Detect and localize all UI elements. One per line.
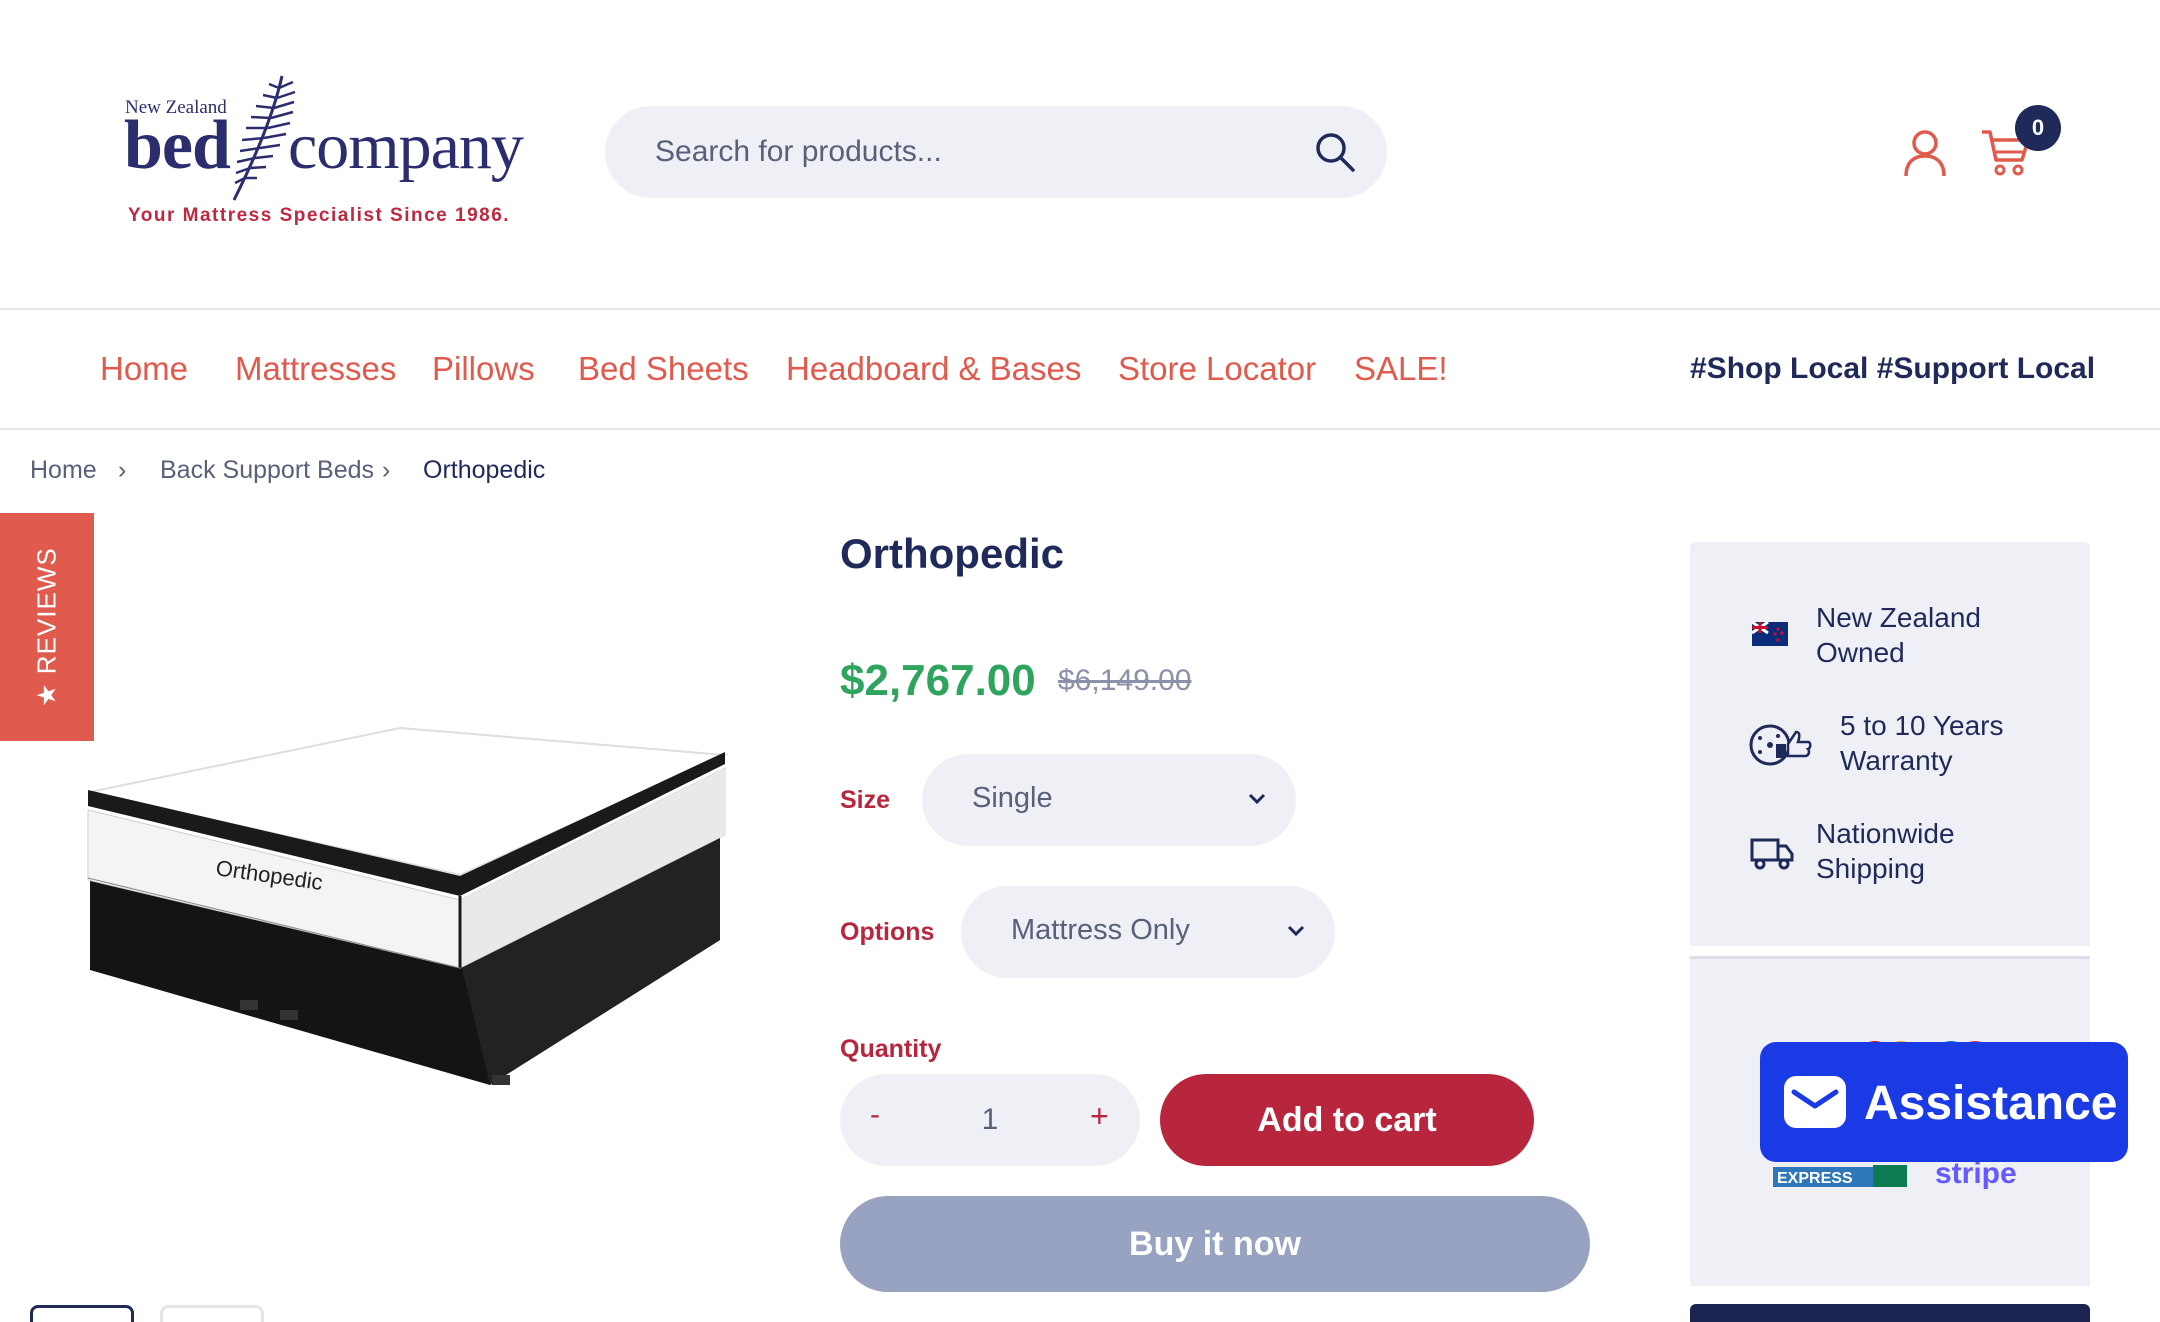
product-image[interactable]: Orthopedic [80, 700, 740, 1100]
mail-icon [1784, 1076, 1846, 1128]
assistance-chat-button[interactable]: Assistance [1760, 1042, 2128, 1162]
product-title: Orthopedic [840, 530, 1065, 577]
account-icon[interactable] [1900, 128, 1950, 178]
search-input[interactable] [655, 106, 1295, 198]
logo-tagline: Your Mattress Specialist Since 1986. [128, 205, 511, 226]
quantity-label: Quantity [840, 1035, 942, 1063]
options-select-value: Mattress Only [1011, 914, 1190, 946]
quantity-increase-button[interactable]: + [1090, 1098, 1109, 1135]
breadcrumb-current: Orthopedic [423, 456, 546, 484]
promo-banner[interactable] [1690, 1304, 2090, 1322]
options-label: Options [840, 918, 935, 946]
quantity-input[interactable] [940, 1074, 1040, 1166]
cart-count-badge: 0 [2015, 105, 2061, 151]
nav-headboard-bases[interactable]: Headboard & Bases [786, 350, 1081, 388]
buy-now-button[interactable]: Buy it now [840, 1196, 1590, 1292]
compare-price: $6,149.00 [1058, 664, 1192, 697]
add-to-cart-button[interactable]: Add to cart [1160, 1074, 1534, 1166]
amex-text: EXPRESS [1777, 1170, 1853, 1187]
quantity-stepper: - + [840, 1074, 1140, 1166]
chevron-down-icon [1248, 793, 1266, 805]
shop-local-slogan: #Shop Local #Support Local [1690, 352, 2096, 385]
logo-word-bed: bed [124, 107, 231, 184]
options-select[interactable]: Mattress Only [961, 886, 1335, 978]
breadcrumb-separator: › [382, 456, 391, 484]
search-bar [605, 106, 1387, 198]
nav-store-locator[interactable]: Store Locator [1118, 350, 1316, 388]
logo-word-company: company [288, 110, 524, 183]
assistance-label: Assistance [1864, 1077, 2118, 1130]
breadcrumb-home[interactable]: Home [30, 456, 97, 485]
breadcrumb-category[interactable]: Back Support Beds [160, 456, 374, 485]
reviews-tab-label: ★ REVIEWS [31, 547, 62, 707]
nav-bed-sheets[interactable]: Bed Sheets [578, 350, 749, 388]
nav-pillows[interactable]: Pillows [432, 350, 535, 388]
size-select[interactable]: Single [922, 754, 1296, 846]
feature-shipping-text: Nationwide Shipping [1816, 818, 1955, 884]
feature-nz-owned-text: New Zealand Owned [1816, 602, 1981, 668]
main-nav: Home Mattresses Pillows Bed Sheets Headb… [0, 312, 2160, 430]
size-label: Size [840, 786, 891, 814]
feature-warranty-text: 5 to 10 Years Warranty [1840, 710, 2004, 776]
site-header: New Zealand bed company Your Mattress Sp… [0, 0, 2160, 310]
brand-logo[interactable]: New Zealand bed company Your Mattress Sp… [120, 70, 530, 240]
feature-shipping: Nationwide Shipping [1690, 816, 2090, 896]
nz-flag-icon [1752, 622, 1788, 646]
chevron-down-icon [1287, 925, 1305, 937]
breadcrumb-separator: › [118, 456, 127, 484]
feature-warranty: 5 to 10 Years Warranty [1690, 708, 2090, 788]
thumbnail-1[interactable] [30, 1305, 134, 1322]
nav-home[interactable]: Home [100, 350, 188, 388]
warranty-icon [1749, 724, 1812, 766]
nav-mattresses[interactable]: Mattresses [235, 350, 396, 388]
nav-sale[interactable]: SALE! [1354, 350, 1448, 388]
size-select-value: Single [972, 782, 1053, 814]
truck-icon [1750, 838, 1794, 870]
search-icon[interactable] [1313, 130, 1357, 174]
features-panel: New Zealand Owned 5 to 10 Years Warranty… [1690, 542, 2090, 946]
quantity-decrease-button[interactable]: - [870, 1098, 880, 1132]
sale-price: $2,767.00 [840, 656, 1036, 705]
feature-nz-owned: New Zealand Owned [1690, 600, 2090, 680]
thumbnail-2[interactable] [160, 1305, 264, 1322]
